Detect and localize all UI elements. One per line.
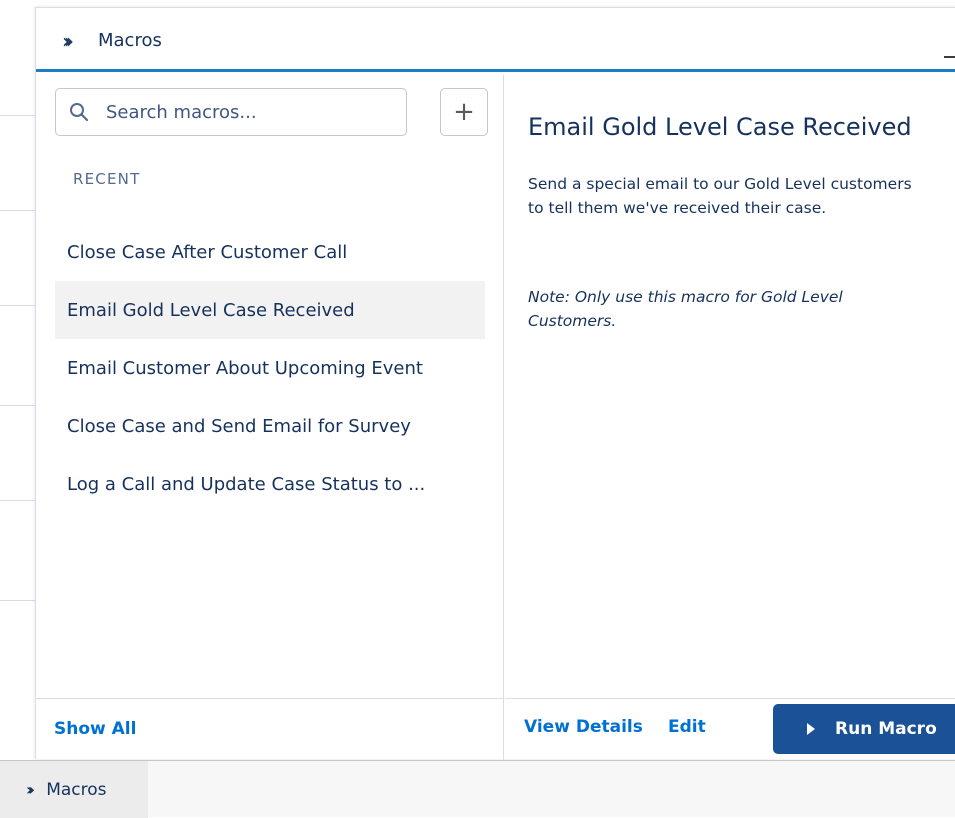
edit-link[interactable]: Edit <box>668 717 706 737</box>
minimize-button[interactable] <box>944 28 955 58</box>
macros-chevrons-icon: ››› <box>26 780 35 799</box>
search-box <box>55 88 407 136</box>
panel-title: Macros <box>98 30 162 51</box>
macro-note: Note: Only use this macro for Gold Level… <box>528 288 843 330</box>
detail-footer: View Details Edit Run Macro <box>505 698 955 760</box>
divider <box>0 405 36 406</box>
macro-list-pane: + RECENT Close Case After Customer Call … <box>36 75 504 760</box>
macro-list-item[interactable]: Close Case and Send Email for Survey <box>55 397 485 455</box>
macro-list-item[interactable]: Log a Call and Update Case Status to ... <box>55 455 485 513</box>
macro-list-item[interactable]: Email Customer About Upcoming Event <box>55 339 485 397</box>
recent-section-label: RECENT <box>73 170 141 188</box>
background-workspace <box>0 0 36 760</box>
add-macro-button[interactable]: + <box>440 88 488 136</box>
run-macro-button[interactable]: Run Macro <box>773 704 955 754</box>
macro-list-item[interactable]: Close Case After Customer Call <box>55 223 485 281</box>
macros-panel: ››› Macros + RECENT Close Case After Cus… <box>35 7 955 760</box>
macros-chevrons-icon: ››› <box>62 29 74 53</box>
utility-bar-macros-label: Macros <box>46 779 107 800</box>
list-footer: Show All <box>36 698 504 760</box>
macro-list: Close Case After Customer Call Email Gol… <box>55 223 485 513</box>
divider <box>0 305 36 306</box>
macro-description: Send a special email to our Gold Level c… <box>528 175 912 217</box>
utility-bar-macros-tab[interactable]: ››› Macros <box>0 761 148 818</box>
search-input[interactable] <box>106 89 396 135</box>
search-icon <box>70 103 89 122</box>
utility-bar: ››› Macros <box>0 760 955 818</box>
macro-list-item-selected[interactable]: Email Gold Level Case Received <box>55 281 485 339</box>
divider <box>0 115 36 116</box>
macro-detail-title: Email Gold Level Case Received <box>528 113 912 141</box>
view-details-link[interactable]: View Details <box>524 717 643 737</box>
play-icon <box>807 723 815 735</box>
divider <box>0 500 36 501</box>
show-all-link[interactable]: Show All <box>54 719 136 739</box>
run-macro-label: Run Macro <box>835 719 937 739</box>
divider <box>0 600 36 601</box>
panel-header: ››› Macros <box>36 8 955 72</box>
divider <box>0 210 36 211</box>
macro-detail-pane: Email Gold Level Case Received Send a sp… <box>505 75 955 760</box>
